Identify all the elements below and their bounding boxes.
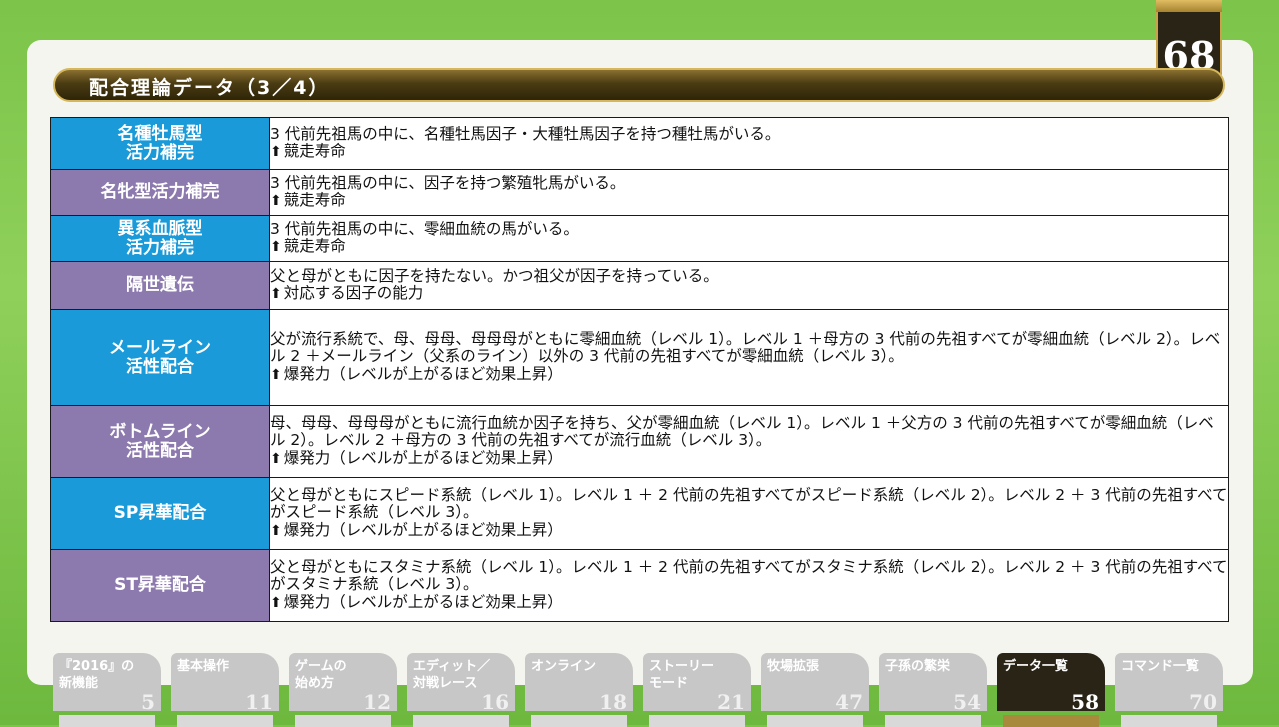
description-text: 3 代前先祖馬の中に、因子を持つ繁殖牝馬がいる。 (270, 173, 626, 192)
table-row: ST昇華配合 父と母がともにスタミナ系統（レベル 1）。レベル 1 ＋ 2 代前の… (50, 549, 1229, 622)
nav-tab[interactable]: データ一覧 58 (997, 653, 1105, 727)
description-text: 父が流行系統で、母、母母、母母母がともに零細血統（レベル 1）。レベル 1 ＋母… (270, 329, 1221, 366)
table-row: 異系血脈型 活力補完 3 代前先祖馬の中に、零細血統の馬がいる。競走寿命 (50, 215, 1229, 262)
description-text: 3 代前先祖馬の中に、零細血統の馬がいる。 (270, 219, 579, 238)
row-label: 異系血脈型 活力補完 (50, 215, 270, 262)
row-label: 隔世遺伝 (50, 261, 270, 310)
nav-tab-page: 12 (363, 690, 391, 714)
nav-tab-label: 牧場拡張 (767, 659, 820, 674)
row-label-text: メールライン 活性配合 (109, 337, 211, 377)
nav-tab-label: コマンド一覧 (1121, 659, 1200, 674)
row-label: メールライン 活性配合 (50, 309, 270, 406)
nav-tab-label: 子孫の繁栄 (885, 659, 951, 674)
effect-text: 競走寿命 (270, 142, 1228, 162)
nav-tab-label: エディット／ 対戦レース (413, 659, 491, 691)
row-label-text: ST昇華配合 (114, 575, 206, 595)
row-label-text: 異系血脈型 活力補完 (117, 218, 203, 258)
nav-tab-base (177, 715, 273, 727)
nav-tab-label: データ一覧 (1003, 659, 1069, 674)
nav-tab-base (413, 715, 509, 727)
table-row: 隔世遺伝 父と母がともに因子を持たない。かつ祖父が因子を持っている。対応する因子の… (50, 261, 1229, 310)
row-description: 父が流行系統で、母、母母、母母母がともに零細血統（レベル 1）。レベル 1 ＋母… (269, 309, 1229, 406)
row-description: 3 代前先祖馬の中に、因子を持つ繁殖牝馬がいる。競走寿命 (269, 169, 1229, 216)
row-description: 3 代前先祖馬の中に、名種牡馬因子・大種牡馬因子を持つ種牡馬がいる。競走寿命 (269, 117, 1229, 170)
table-row: ボトムライン 活性配合 母、母母、母母母がともに流行血統か因子を持ち、父が零細血統… (50, 405, 1229, 478)
nav-tab-base (885, 715, 981, 727)
theory-table: 名種牡馬型 活力補完 3 代前先祖馬の中に、名種牡馬因子・大種牡馬因子を持つ種牡馬… (50, 117, 1229, 622)
section-title-bar: 配合理論データ（3／4） (53, 68, 1225, 102)
effect-text: 爆発力（レベルが上がるほど効果上昇） (270, 521, 1228, 541)
row-label: 名牝型活力補完 (50, 169, 270, 216)
nav-tab-page: 5 (141, 690, 155, 714)
row-description: 3 代前先祖馬の中に、零細血統の馬がいる。競走寿命 (269, 215, 1229, 262)
row-label-text: 名種牡馬型 活力補完 (117, 123, 203, 163)
chapter-nav: 『2016』の 新機能 5 基本操作 11 ゲームの 始め方 12 エディット／ 対戦レース… (53, 653, 1233, 727)
description-text: 父と母がともにスタミナ系統（レベル 1）。レベル 1 ＋ 2 代前の先祖すべてが… (270, 557, 1228, 594)
nav-tab[interactable]: 『2016』の 新機能 5 (53, 653, 161, 727)
table-row: 名種牡馬型 活力補完 3 代前先祖馬の中に、名種牡馬因子・大種牡馬因子を持つ種牡馬… (50, 117, 1229, 170)
row-description: 母、母母、母母母がともに流行血統か因子を持ち、父が零細血統（レベル 1）。レベル… (269, 405, 1229, 478)
nav-tab-page: 58 (1071, 690, 1099, 714)
row-label-text: 名牝型活力補完 (100, 182, 220, 202)
row-label: ボトムライン 活性配合 (50, 405, 270, 478)
nav-tab-label: ストーリー モード (649, 659, 715, 691)
row-label-text: ボトムライン 活性配合 (109, 421, 211, 461)
description-text: 父と母がともにスピード系統（レベル 1）。レベル 1 ＋ 2 代前の先祖すべてが… (270, 485, 1228, 522)
row-label: 名種牡馬型 活力補完 (50, 117, 270, 170)
nav-tab[interactable]: 牧場拡張 47 (761, 653, 869, 727)
nav-tab-page: 21 (717, 690, 745, 714)
section-title: 配合理論データ（3／4） (89, 77, 330, 99)
table-row: メールライン 活性配合 父が流行系統で、母、母母、母母母がともに零細血統（レベル … (50, 309, 1229, 406)
row-description: 父と母がともにスタミナ系統（レベル 1）。レベル 1 ＋ 2 代前の先祖すべてが… (269, 549, 1229, 622)
nav-tab-page: 70 (1189, 690, 1217, 714)
row-description: 父と母がともに因子を持たない。かつ祖父が因子を持っている。対応する因子の能力 (269, 261, 1229, 310)
effect-text: 爆発力（レベルが上がるほど効果上昇） (270, 365, 1228, 385)
nav-tab-page: 18 (599, 690, 627, 714)
nav-tab-label: オンライン (531, 659, 597, 674)
nav-tab[interactable]: オンライン 18 (525, 653, 633, 727)
effect-text: 競走寿命 (270, 191, 1228, 211)
effect-text: 爆発力（レベルが上がるほど効果上昇） (270, 593, 1228, 613)
nav-tab[interactable]: 子孫の繁栄 54 (879, 653, 987, 727)
nav-tab[interactable]: ゲームの 始め方 12 (289, 653, 397, 727)
table-row: 名牝型活力補完 3 代前先祖馬の中に、因子を持つ繁殖牝馬がいる。競走寿命 (50, 169, 1229, 216)
row-description: 父と母がともにスピード系統（レベル 1）。レベル 1 ＋ 2 代前の先祖すべてが… (269, 477, 1229, 550)
nav-tab-base (531, 715, 627, 727)
nav-tab-base (59, 715, 155, 727)
description-text: 父と母がともに因子を持たない。かつ祖父が因子を持っている。 (270, 266, 719, 285)
nav-tab-page: 11 (245, 690, 273, 714)
nav-tab-label: 『2016』の 新機能 (59, 659, 135, 691)
effect-text: 対応する因子の能力 (270, 284, 1228, 304)
nav-tab[interactable]: エディット／ 対戦レース 16 (407, 653, 515, 727)
table-row: SP昇華配合 父と母がともにスピード系統（レベル 1）。レベル 1 ＋ 2 代前の… (50, 477, 1229, 550)
nav-tab-page: 16 (481, 690, 509, 714)
row-label: ST昇華配合 (50, 549, 270, 622)
nav-tab-label: ゲームの 始め方 (295, 659, 347, 691)
nav-tab[interactable]: 基本操作 11 (171, 653, 279, 727)
nav-tab-base (649, 715, 745, 727)
nav-tab-base (295, 715, 391, 727)
effect-text: 爆発力（レベルが上がるほど効果上昇） (270, 449, 1228, 469)
nav-tab-base (1121, 715, 1217, 727)
nav-tab-page: 54 (953, 690, 981, 714)
row-label-text: SP昇華配合 (113, 503, 207, 523)
effect-text: 競走寿命 (270, 237, 1228, 257)
description-text: 3 代前先祖馬の中に、名種牡馬因子・大種牡馬因子を持つ種牡馬がいる。 (270, 124, 781, 143)
description-text: 母、母母、母母母がともに流行血統か因子を持ち、父が零細血統（レベル 1）。レベル… (270, 413, 1214, 450)
nav-tab-base (767, 715, 863, 727)
nav-tab-page: 47 (835, 690, 863, 714)
nav-tab[interactable]: コマンド一覧 70 (1115, 653, 1223, 727)
row-label: SP昇華配合 (50, 477, 270, 550)
row-label-text: 隔世遺伝 (126, 275, 194, 295)
nav-tab-base (1003, 715, 1099, 727)
nav-tab-label: 基本操作 (177, 659, 230, 674)
nav-tab[interactable]: ストーリー モード 21 (643, 653, 751, 727)
